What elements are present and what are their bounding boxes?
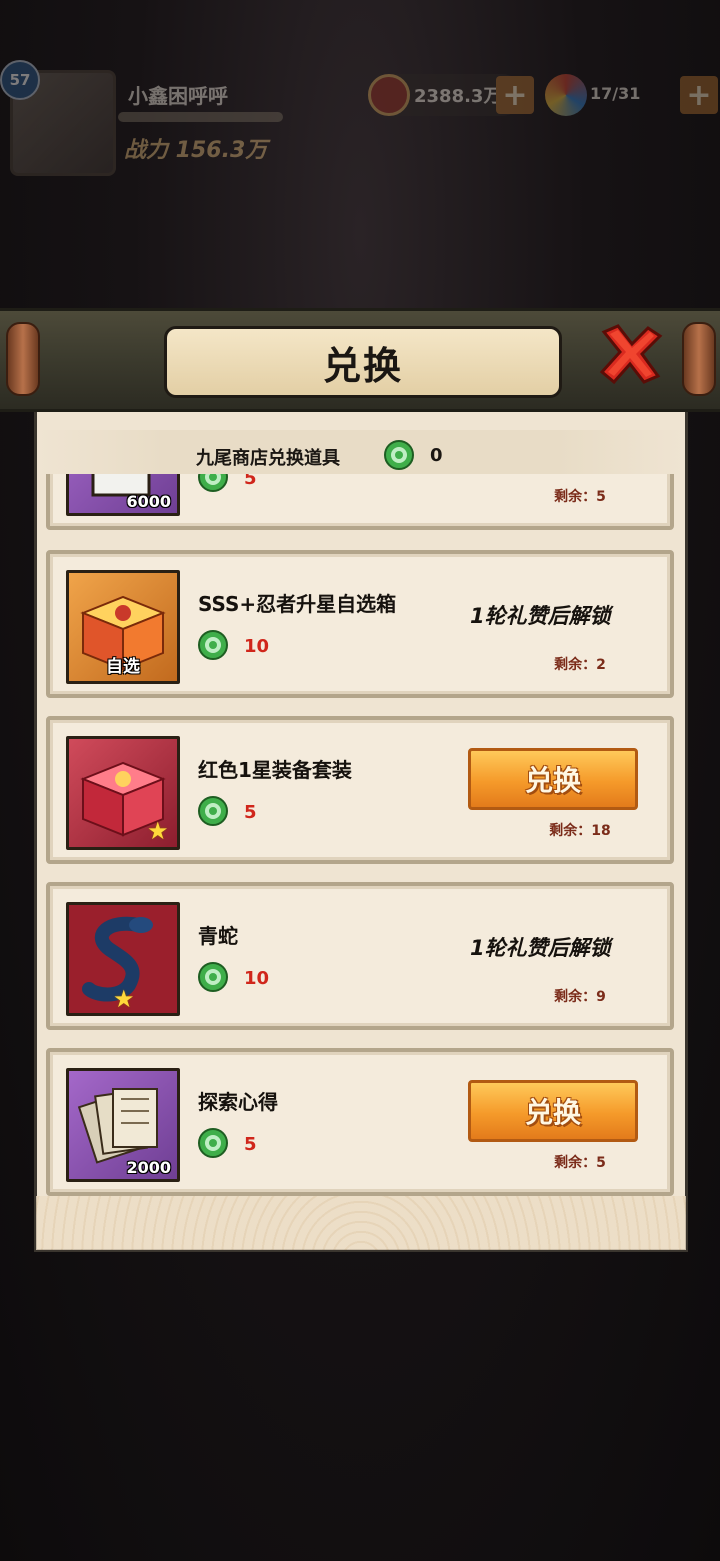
item-price: 5 xyxy=(244,474,257,489)
stamina-icon xyxy=(545,74,587,116)
item-name: 探索心得 xyxy=(198,1090,278,1114)
exp-bar xyxy=(118,112,283,122)
item-count-badge: 2000 xyxy=(126,1158,171,1177)
coin-value: 2388.3万 xyxy=(414,86,502,107)
item-count-badge: 6000 xyxy=(126,492,171,511)
list-item: 自选 SSS+忍者升星自选箱 10 1轮礼赞后解锁 剩余：2 xyxy=(46,550,674,698)
item-name: SSS+忍者升星自选箱 xyxy=(198,592,397,616)
list-item: 2000 探索心得 5 兑换 剩余：5 xyxy=(46,1048,674,1196)
item-price: 10 xyxy=(244,968,270,989)
item-frame: ★ xyxy=(66,902,180,1016)
coin-icon xyxy=(368,74,410,116)
item-name: 红色1星装备套装 xyxy=(198,758,352,782)
remaining-count: 剩余：9 xyxy=(554,989,606,1005)
jade-token-icon xyxy=(196,1126,230,1160)
cloud-pattern-footer xyxy=(36,1196,686,1250)
add-coins-button[interactable]: + xyxy=(496,76,534,114)
player-name: 小鑫困呼呼 xyxy=(128,84,228,108)
currency-label: 九尾商店兑换道具 xyxy=(196,448,340,469)
remaining-count: 剩余：5 xyxy=(554,489,606,505)
currency-count: 0 xyxy=(430,445,443,466)
item-price: 10 xyxy=(244,636,270,657)
scroll-roller-left xyxy=(6,322,40,396)
item-frame: ★ xyxy=(66,736,180,850)
jade-token-icon xyxy=(196,960,230,994)
unlock-condition: 1轮礼赞后解锁 xyxy=(470,604,611,628)
remaining-count: 剩余：2 xyxy=(554,657,606,673)
scroll-roller-right xyxy=(682,322,716,396)
title-plaque: 兑换 xyxy=(164,326,562,398)
currency-row xyxy=(36,430,686,474)
exchange-button[interactable]: 兑换 xyxy=(468,1080,638,1142)
jade-token-icon xyxy=(196,474,230,494)
jade-token-icon xyxy=(196,628,230,662)
jade-token-icon xyxy=(382,438,416,472)
star-icon: ★ xyxy=(147,817,169,845)
item-name: 青蛇 xyxy=(198,924,238,948)
close-icon xyxy=(599,324,663,385)
list-item: ★ 青蛇 10 1轮礼赞后解锁 剩余：9 xyxy=(46,882,674,1030)
combat-power: 战力 156.3万 xyxy=(124,138,268,163)
exchange-list[interactable]: 6000 5 剩余：5 自选 SSS+忍者升星自选箱 10 1轮礼赞后解锁 剩余… xyxy=(36,474,686,1214)
item-frame: 自选 xyxy=(66,570,180,684)
jade-token-icon xyxy=(196,794,230,828)
remaining-count: 剩余：18 xyxy=(549,823,611,839)
item-price: 5 xyxy=(244,802,257,823)
item-tag: 自选 xyxy=(106,657,140,677)
level-badge: 57 xyxy=(0,60,40,100)
exchange-button-label: 兑换 xyxy=(524,764,581,797)
remaining-count: 剩余：5 xyxy=(554,1155,606,1171)
exchange-button-label: 兑换 xyxy=(524,1096,581,1129)
player-hud: 57 小鑫困呼呼 战力 156.3万 2388.3万 + 17/31 + xyxy=(0,60,720,190)
modal-title: 兑换 xyxy=(322,343,403,388)
exchange-button[interactable]: 兑换 xyxy=(468,748,638,810)
star-icon: ★ xyxy=(113,985,135,1013)
close-button[interactable] xyxy=(596,322,666,386)
item-frame: 2000 xyxy=(66,1068,180,1182)
item-frame: 6000 xyxy=(66,474,180,516)
item-price: 5 xyxy=(244,1134,257,1155)
add-stamina-button[interactable]: + xyxy=(680,76,718,114)
unlock-condition: 1轮礼赞后解锁 xyxy=(470,936,611,960)
stamina-value: 17/31 xyxy=(590,84,641,103)
list-item: ★ 红色1星装备套装 5 兑换 剩余：18 xyxy=(46,716,674,864)
list-item: 6000 5 剩余：5 xyxy=(46,474,674,530)
